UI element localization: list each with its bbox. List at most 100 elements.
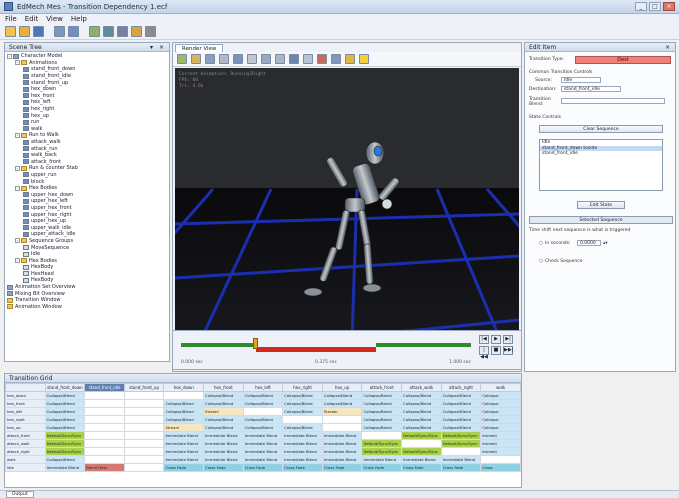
tree-item[interactable]: hex_down <box>7 86 169 93</box>
grid-cell[interactable] <box>84 439 125 448</box>
grid-cell[interactable] <box>123 447 165 456</box>
mesh-icon[interactable] <box>261 54 271 64</box>
grid-cell[interactable]: Collapse/Blend <box>361 423 403 432</box>
grid-cell[interactable]: Collapse/Blend <box>203 391 244 400</box>
grid-cell[interactable]: Collapse/Blend <box>361 407 403 416</box>
grid-cell[interactable]: Immediate Blend <box>282 455 323 464</box>
grid-cell[interactable]: Collapse <box>480 423 521 432</box>
tree-item[interactable]: - Sequence Groups <box>7 238 169 245</box>
tree-item[interactable]: walk_back <box>7 152 169 159</box>
grid-cell[interactable]: Default/Sync/Sync <box>440 431 482 440</box>
grid-cell[interactable]: Immediate Blend <box>163 439 205 448</box>
grid-cell[interactable] <box>242 407 284 416</box>
grid-cell[interactable] <box>123 415 165 424</box>
grid-row-header[interactable]: hex_left <box>5 407 46 416</box>
grid-cell[interactable]: Collapse/Blend <box>321 399 363 408</box>
grid-column-header[interactable]: attack_walk <box>401 383 442 392</box>
grid-cell[interactable]: Default/Sync/Sync <box>401 447 442 456</box>
seconds-radio[interactable]: ○ <box>539 241 543 246</box>
grid-cell[interactable]: Collapse/Blend <box>361 391 403 400</box>
tab-output[interactable]: Output <box>6 491 34 498</box>
grid-cell[interactable]: Default/Sync/Sync <box>44 447 86 456</box>
grid-cell[interactable] <box>84 447 125 456</box>
menu-help[interactable]: Help <box>71 14 87 24</box>
grid-cell[interactable]: Collapse/Blend <box>242 415 284 424</box>
grid-cell[interactable]: Cross Fade <box>361 463 403 472</box>
settings-icon[interactable] <box>145 26 156 37</box>
grid-cell[interactable]: Collapse/Blend <box>282 391 323 400</box>
source-field[interactable]: Idle <box>561 77 601 83</box>
tree-item[interactable]: - Character Model <box>7 53 169 60</box>
grid-cell[interactable]: Collapse/Blend <box>203 415 244 424</box>
save-icon[interactable] <box>33 26 44 37</box>
grid-cell[interactable]: Immediate Blend <box>203 439 244 448</box>
seconds-spinner-icon[interactable]: ▴▾ <box>603 241 608 246</box>
grid-cell[interactable]: Collapse/Blend <box>401 415 442 424</box>
grid-row-header[interactable]: attack_walk <box>5 439 46 448</box>
tree-item[interactable]: - Run to Walk <box>7 132 169 139</box>
seconds-input[interactable]: 0.0000 <box>577 240 601 246</box>
select-icon[interactable] <box>219 54 229 64</box>
grid-cell[interactable]: Collapse/Blend <box>440 415 482 424</box>
grid-column-header[interactable]: hex_down <box>163 383 205 392</box>
grid-cell[interactable]: Immediate Blend <box>321 447 363 456</box>
sequence-listbox[interactable]: Idle stand_front_down toside stand_front… <box>539 139 663 191</box>
grid-cell[interactable]: Cross Fade <box>440 463 482 472</box>
grid-cell[interactable]: Immediate Blend <box>163 455 205 464</box>
grid-row-header[interactable]: attack_right <box>5 447 46 456</box>
rewind-button[interactable]: |◀ <box>479 335 489 344</box>
tree-item[interactable]: hex_left <box>7 99 169 106</box>
info-icon[interactable] <box>331 54 341 64</box>
grid-cell[interactable]: Immediate Blend <box>203 447 244 456</box>
timeline-playhead[interactable] <box>253 338 258 349</box>
tree-item[interactable]: HexHead <box>7 271 169 278</box>
grid-cell[interactable]: Immediate Blend <box>242 439 284 448</box>
grid-cell[interactable]: Cross Fade <box>321 463 363 472</box>
tree-item[interactable]: - Hex Bodies <box>7 257 169 264</box>
tree-item[interactable]: attack_walk <box>7 139 169 146</box>
grid-cell[interactable]: Stream <box>321 407 363 416</box>
rotate-icon[interactable] <box>191 54 201 64</box>
tree-item[interactable]: Transition Window <box>7 297 169 304</box>
grid-cell[interactable]: Collapse/Blend <box>401 391 442 400</box>
grid-column-header[interactable]: attack_right <box>440 383 482 392</box>
grid-cell[interactable]: Collapse/Blend <box>44 455 86 464</box>
3d-viewport[interactable]: Current Animation: Running1Right FPS: 60… <box>175 68 519 370</box>
grid-row-header[interactable]: idle <box>5 463 46 472</box>
grid-cell[interactable]: Collapse/Blend <box>203 423 244 432</box>
tree-item[interactable]: - Animations <box>7 60 169 67</box>
grid-cell[interactable]: Immediate Blend <box>321 431 363 440</box>
go-start-button[interactable]: |◀◀ <box>479 346 489 360</box>
grid-cell[interactable] <box>123 439 165 448</box>
tree-item[interactable]: upper_walk_idle <box>7 224 169 231</box>
grid-column-header[interactable]: hex_right <box>282 383 323 392</box>
grid-cell[interactable] <box>84 399 125 408</box>
transition-type-select[interactable]: Dest <box>575 56 671 64</box>
grid-cell[interactable]: Collapse/Blend <box>44 391 86 400</box>
tree-item[interactable]: Idle <box>7 251 169 258</box>
tree-item[interactable]: block <box>7 178 169 185</box>
grid-row-header[interactable]: walk <box>5 455 46 464</box>
record-icon[interactable] <box>317 54 327 64</box>
grid-cell[interactable] <box>163 391 205 400</box>
tree-item[interactable]: stand_front_up <box>7 79 169 86</box>
grid-cell[interactable] <box>84 455 125 464</box>
grid-cell[interactable]: Cross Fade <box>282 463 323 472</box>
tree-item[interactable]: Mixing Bit Overview <box>7 290 169 297</box>
grid-cell[interactable]: Cross Fade <box>242 463 284 472</box>
stop-button[interactable]: ■ <box>491 346 501 355</box>
grid-cell[interactable]: Immediate Blend <box>321 439 363 448</box>
tree-item[interactable]: run <box>7 119 169 126</box>
tree-expander-icon[interactable]: - <box>15 238 20 244</box>
grid-cell[interactable]: Collapse/Blend <box>44 399 86 408</box>
grid-cell[interactable]: Immediate Blend <box>282 447 323 456</box>
tree-expander-icon[interactable]: - <box>7 53 12 59</box>
grid-cell[interactable]: Cross Fade <box>163 463 205 472</box>
character-icon[interactable] <box>117 26 128 37</box>
grid-cell[interactable]: Collapse/Blend <box>282 399 323 408</box>
grid-column-header[interactable]: stand_front_idle <box>84 383 125 392</box>
blend-slider[interactable] <box>561 98 665 104</box>
grid-icon[interactable] <box>89 26 100 37</box>
grid-cell[interactable]: Immediate Blend <box>242 431 284 440</box>
grid-cell[interactable]: Collapse/Blend <box>242 399 284 408</box>
